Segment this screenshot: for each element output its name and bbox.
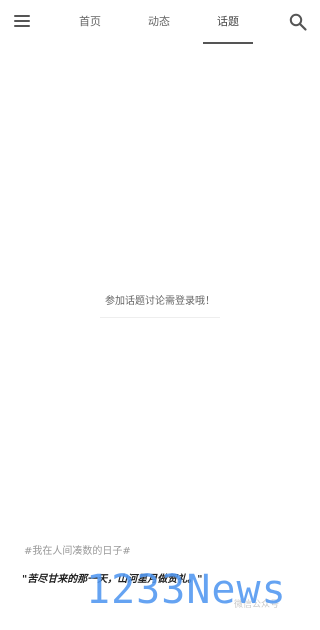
search-icon[interactable] [288,12,308,32]
watermark-subtext: 微信公众号 [234,600,280,610]
menu-line [14,15,30,17]
tab-home[interactable]: 首页 [70,0,110,44]
topic-quote: "苦尽甘来的那一天，山河星月做贺礼。" [22,574,203,585]
hamburger-menu-icon[interactable] [12,13,32,29]
login-prompt-link[interactable]: 参加话题讨论需登录哦！ [100,292,220,318]
menu-line [14,20,30,22]
active-tab-indicator [203,42,253,44]
menu-line [14,25,30,27]
tab-dynamic[interactable]: 动态 [139,0,179,44]
app-screen: 首页 动态 话题 参加话题讨论需登录哦！ #我在人间凑数的日子# "苦尽甘来的那… [0,0,320,630]
topic-hashtag[interactable]: #我在人间凑数的日子# [24,542,131,557]
tab-topic[interactable]: 话题 [203,0,253,44]
top-navigation-bar: 首页 动态 话题 [0,0,320,44]
